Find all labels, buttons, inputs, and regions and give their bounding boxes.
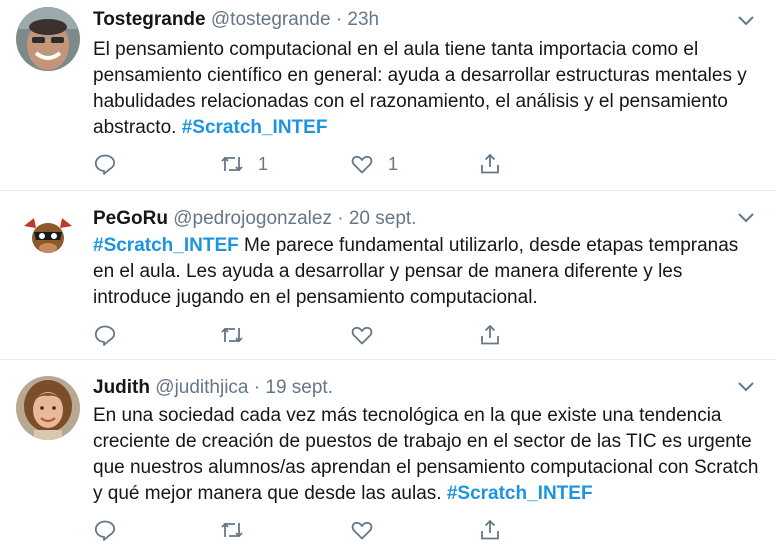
like-count: 1 (388, 153, 399, 174)
chevron-down-icon[interactable] (736, 207, 756, 227)
heart-icon (351, 521, 373, 540)
tweet-header: PeGoRu @pedrojogonzalez · 20 sept. (93, 208, 416, 230)
reply-button[interactable] (93, 149, 117, 179)
tweet-actions (93, 515, 513, 545)
heart-icon (351, 326, 373, 345)
like-button[interactable] (350, 320, 388, 350)
tweet[interactable]: Judith @judithjica · 19 sept. En una soc… (0, 360, 776, 558)
tweet-timestamp[interactable]: 23h (347, 9, 379, 30)
separator-dot: · (335, 9, 343, 30)
retweet-button[interactable] (220, 320, 258, 350)
heart-icon (351, 155, 373, 174)
like-button[interactable] (350, 515, 388, 545)
avatar[interactable] (16, 204, 80, 268)
tweet[interactable]: Tostegrande @tostegrande · 23h El pensam… (0, 0, 776, 191)
share-button[interactable] (478, 515, 502, 545)
reply-icon (94, 325, 116, 346)
share-icon (481, 519, 499, 540)
hashtag-link[interactable]: #Scratch_INTEF (182, 117, 328, 138)
retweet-icon (221, 156, 243, 172)
reply-button[interactable] (93, 320, 117, 350)
share-icon (481, 324, 499, 345)
user-name[interactable]: Judith (93, 377, 150, 398)
tweet-body-text: En una sociedad cada vez más tecnológica… (93, 405, 759, 504)
tweet-text: #Scratch_INTEF Me parece fundamental uti… (93, 233, 763, 311)
tweet-text: El pensamiento computacional en el aula … (93, 37, 763, 141)
tweet-timestamp[interactable]: 20 sept. (349, 208, 417, 229)
user-handle[interactable]: @tostegrande (211, 9, 331, 30)
retweet-icon (221, 522, 243, 538)
tweet-timestamp[interactable]: 19 sept. (265, 377, 333, 398)
separator-dot: · (337, 208, 344, 229)
tweet-header: Judith @judithjica · 19 sept. (93, 377, 333, 399)
retweet-button[interactable]: 1 (220, 149, 268, 179)
retweet-icon (221, 327, 243, 343)
tweet[interactable]: PeGoRu @pedrojogonzalez · 20 sept. #Scra… (0, 191, 776, 360)
hashtag-link[interactable]: #Scratch_INTEF (447, 483, 593, 504)
like-button[interactable]: 1 (350, 149, 398, 179)
tweet-actions (93, 320, 513, 350)
user-handle[interactable]: @judithjica (155, 377, 248, 398)
chevron-down-icon[interactable] (736, 10, 756, 30)
tweet-feed: Tostegrande @tostegrande · 23h El pensam… (0, 0, 776, 558)
retweet-button[interactable] (220, 515, 258, 545)
retweet-count: 1 (258, 153, 269, 174)
user-name[interactable]: Tostegrande (93, 9, 206, 30)
separator-dot: · (253, 377, 261, 398)
share-icon (481, 153, 499, 174)
reply-icon (94, 520, 116, 541)
chevron-down-icon[interactable] (736, 376, 756, 396)
share-button[interactable] (478, 149, 502, 179)
reply-button[interactable] (93, 515, 117, 545)
tweet-header: Tostegrande @tostegrande · 23h (93, 9, 379, 31)
user-handle[interactable]: @pedrojogonzalez (173, 208, 332, 229)
reply-icon (94, 154, 116, 175)
avatar[interactable] (16, 7, 80, 71)
avatar[interactable] (16, 376, 80, 440)
hashtag-link[interactable]: #Scratch_INTEF (93, 235, 239, 256)
tweet-text: En una sociedad cada vez más tecnológica… (93, 403, 763, 507)
user-name[interactable]: PeGoRu (93, 208, 168, 229)
share-button[interactable] (478, 320, 502, 350)
tweet-actions: 1 1 (93, 149, 513, 179)
